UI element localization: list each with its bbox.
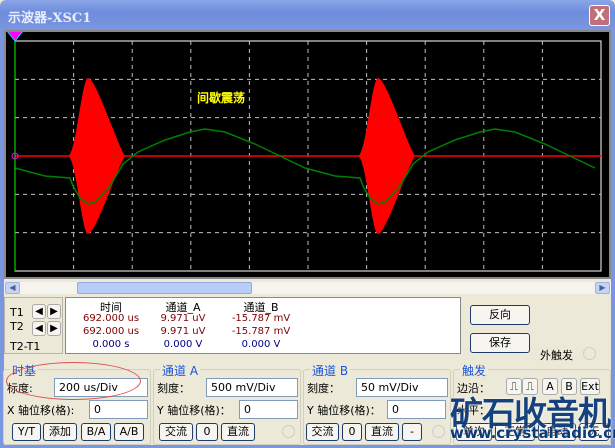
scroll-left-button[interactable]: ◀ xyxy=(5,282,20,294)
scope-display xyxy=(7,32,602,272)
channel-b-ypos-label: Y 轴位移(格)： xyxy=(307,404,381,417)
cursor-controls: T1 T2 T2-T1 ◀ ▶ ◀ ▶ xyxy=(4,297,63,354)
channel-b-scale-label: 刻度： xyxy=(307,382,340,395)
t2-right-button[interactable]: ▶ xyxy=(47,321,61,336)
channel-b-title: 通道 B xyxy=(310,362,351,379)
channel-a-ac-button[interactable]: 交流 xyxy=(159,423,193,441)
external-trigger-terminal[interactable] xyxy=(583,347,596,360)
channel-b-ac-button[interactable]: 交流 xyxy=(306,423,339,441)
channel-a-scale-input[interactable]: 500 mV/Div xyxy=(206,378,298,397)
x-position-input[interactable]: 0 xyxy=(89,400,148,419)
external-trigger-label: 外触发 xyxy=(540,349,573,362)
horizontal-scrollbar[interactable]: ◀ ▶ xyxy=(4,282,611,294)
delta-channel-a: 0.000 V xyxy=(163,339,203,350)
title-bar xyxy=(0,0,615,30)
channel-a-dc-button[interactable]: 直流 xyxy=(221,423,255,441)
t2-channel-b: -15.787 mV xyxy=(231,326,291,337)
waveform-annotation: 间歇震荡 xyxy=(197,91,246,105)
channel-b-group: 通道 B 刻度： 50 mV/Div Y 轴位移(格)： 0 交流 0 直流 - xyxy=(303,362,451,445)
scroll-thumb[interactable] xyxy=(77,282,252,294)
ba-mode-button[interactable]: B/A xyxy=(81,423,111,441)
t2t1-label: T2-T1 xyxy=(10,340,41,353)
watermark-url: www.crystalradio.cn xyxy=(450,424,615,442)
channel-a-group: 通道 A 刻度： 500 mV/Div Y 轴位移(格)： 0 交流 0 直流 xyxy=(153,362,301,445)
t1-right-button[interactable]: ▶ xyxy=(47,304,61,319)
t1-channel-b: -15.787 mV xyxy=(231,313,291,324)
t2-left-button[interactable]: ◀ xyxy=(32,321,46,336)
oscilloscope-screen[interactable]: 间歇震荡 xyxy=(4,30,611,279)
t2-channel-a: 9.971 uV xyxy=(160,326,206,337)
delta-channel-b: 0.000 V xyxy=(241,339,281,350)
reverse-button[interactable]: 反向 xyxy=(470,305,530,325)
cursor-t1-marker xyxy=(7,32,23,42)
channel-a-zero-button[interactable]: 0 xyxy=(196,423,218,441)
channel-a-ypos-input[interactable]: 0 xyxy=(239,400,298,419)
window-frame-right xyxy=(611,30,615,448)
channel-a-ypos-label: Y 轴位移(格)： xyxy=(157,404,231,417)
save-button[interactable]: 保存 xyxy=(470,333,530,353)
trigger-title: 触发 xyxy=(460,362,489,379)
channel-a-terminal[interactable] xyxy=(282,425,295,438)
yt-mode-button[interactable]: Y/T xyxy=(12,423,41,441)
t2-label: T2 xyxy=(10,320,24,333)
channel-a-scale-label: 刻度： xyxy=(157,382,190,395)
close-button[interactable]: X xyxy=(589,5,610,26)
channel-a-title: 通道 A xyxy=(160,362,201,379)
highlight-ellipse xyxy=(6,362,141,400)
window-title: 示波器-XSC1 xyxy=(8,11,92,26)
channel-b-dc-button[interactable]: 直流 xyxy=(365,423,399,441)
channel-b-ypos-input[interactable]: 0 xyxy=(387,400,446,419)
add-mode-button[interactable]: 添加 xyxy=(43,423,77,441)
ab-mode-button[interactable]: A/B xyxy=(114,423,144,441)
channel-b-scale-input[interactable]: 50 mV/Div xyxy=(356,378,448,397)
cursor-readout-table: 时间 通道_A 通道_B 692.000 us 9.971 uV -15.787… xyxy=(65,297,461,354)
t1-channel-a: 9.971 uV xyxy=(160,313,206,324)
channel-b-minus-button[interactable]: - xyxy=(402,423,422,441)
channel-a-burst xyxy=(68,78,125,234)
t1-label: T1 xyxy=(10,306,24,319)
t1-left-button[interactable]: ◀ xyxy=(32,304,46,319)
scroll-right-button[interactable]: ▶ xyxy=(595,282,610,294)
channel-b-terminal[interactable] xyxy=(432,425,445,438)
x-position-label: X 轴位移(格): xyxy=(7,404,75,417)
channel-b-zero-button[interactable]: 0 xyxy=(342,423,362,441)
